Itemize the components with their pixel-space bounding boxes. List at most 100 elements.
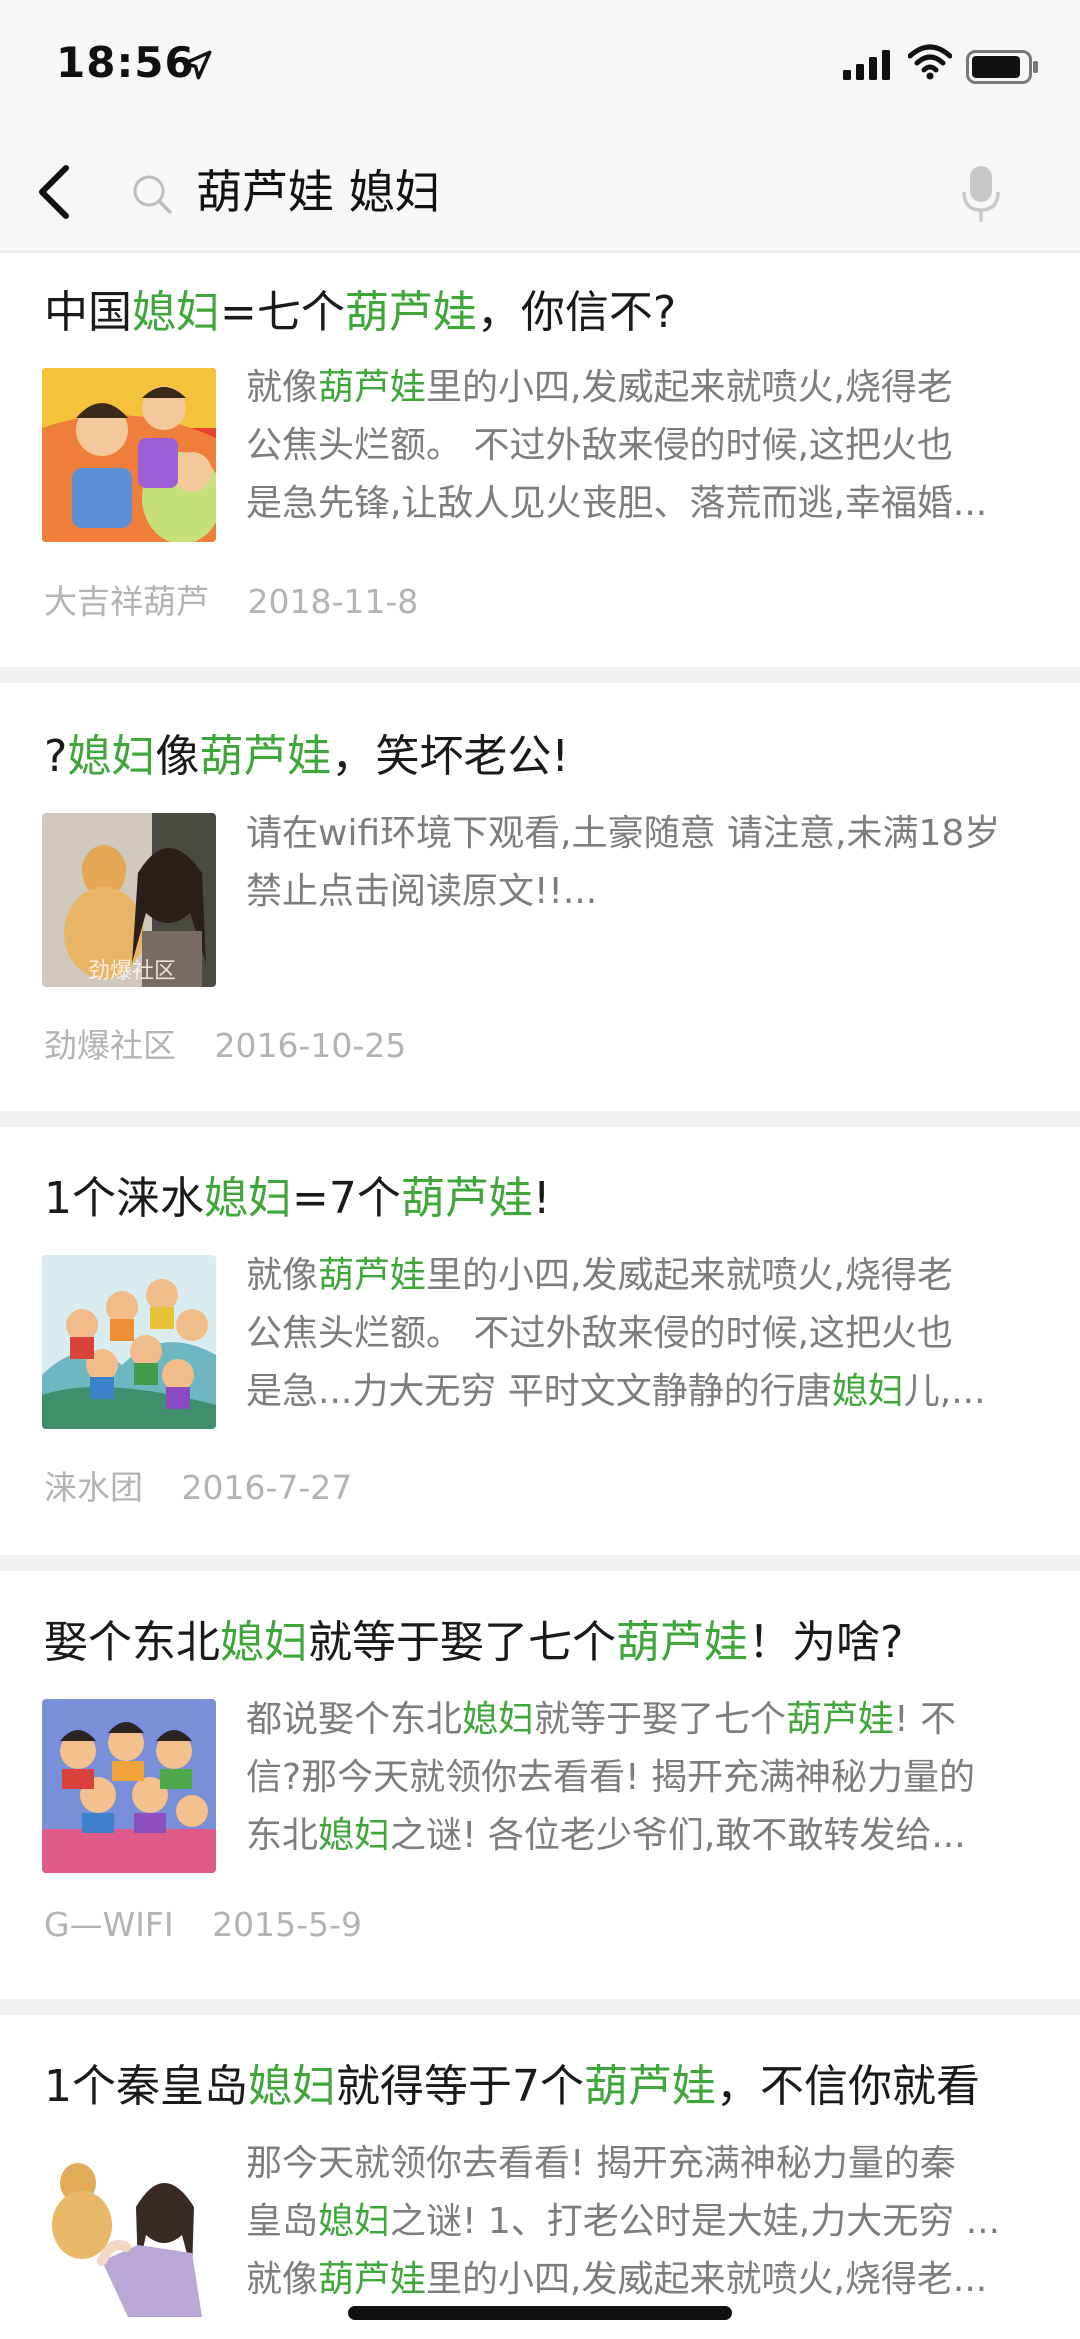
microphone-icon[interactable]: [956, 162, 1006, 226]
result-source: 大吉祥葫芦: [44, 582, 209, 621]
result-source: 劲爆社区: [44, 1026, 176, 1065]
result-thumbnail[interactable]: 劲爆社区: [42, 813, 216, 987]
snippet-line: 是急...力大无穷 平时文文静静的行唐媳妇儿,...: [246, 1363, 1046, 1421]
text-segment: 里的小四,发威起来就喷火,烧得老: [426, 1255, 953, 1296]
snippet-line: 都说娶个东北媳妇就等于娶了七个葫芦娃! 不: [246, 1691, 1046, 1749]
text-segment: 就像: [246, 2259, 319, 2300]
text-segment: 是急先锋,让敌人见火丧胆、落荒而逃,幸福婚...: [246, 483, 988, 524]
text-segment: 1个涞水: [44, 1173, 204, 1224]
result-thumbnail[interactable]: [42, 1255, 216, 1429]
text-segment: ，笑坏老公!: [331, 731, 569, 782]
text-segment: 之谜! 1、打老公时是大娃,力大无穷 ...: [390, 2201, 1001, 2242]
text-segment: ！为啥?: [748, 1617, 904, 1668]
result-title[interactable]: 娶个东北媳妇就等于娶了七个葫芦娃！为啥?: [44, 1613, 1044, 1673]
keyword-highlight: 媳妇: [132, 287, 220, 338]
result-thumbnail[interactable]: [42, 1699, 216, 1873]
result-snippet: 就像葫芦娃里的小四,发威起来就喷火,烧得老公焦头烂额。 不过外敌来侵的时候,这把…: [246, 1247, 1046, 1421]
result-meta: 大吉祥葫芦 2018-11-8: [44, 575, 418, 623]
text-segment: 儿,...: [903, 1371, 986, 1412]
snippet-line: 公焦头烂额。 不过外敌来侵的时候,这把火也: [246, 417, 1046, 475]
result-source: 涞水团: [44, 1468, 143, 1507]
text-segment: 都说娶个东北: [246, 1699, 463, 1740]
result-card[interactable]: ?媳妇像葫芦娃，笑坏老公! 劲爆社区 请在wifi环境下观看,土豪随意 请注意,…: [0, 683, 1080, 1111]
keyword-highlight: 葫芦娃: [400, 1173, 533, 1224]
text-segment: ?: [44, 731, 68, 782]
snippet-line: 是急先锋,让敌人见火丧胆、落荒而逃,幸福婚...: [246, 475, 1046, 533]
keyword-highlight: 媳妇: [248, 2061, 336, 2112]
result-card[interactable]: 娶个东北媳妇就等于娶了七个葫芦娃！为啥? 都说娶个东北媳妇就等于娶了七个葫芦娃!…: [0, 1571, 1080, 1999]
text-segment: =七个: [220, 287, 345, 338]
snippet-line: 皇岛媳妇之谜! 1、打老公时是大娃,力大无穷 ...: [246, 2193, 1046, 2251]
text-segment: 就像: [246, 1255, 319, 1296]
text-segment: 中国: [44, 287, 132, 338]
text-segment: 就等于娶了七个: [534, 1699, 787, 1740]
thumbnail-watermark: 劲爆社区: [88, 959, 177, 984]
result-thumbnail[interactable]: [42, 2143, 216, 2317]
text-segment: 皇岛: [246, 2201, 319, 2242]
snippet-line: 就像葫芦娃里的小四,发威起来就喷火,烧得老...: [246, 2251, 1046, 2309]
text-segment: 之谜! 各位老少爷们,敢不敢转发给...: [390, 1815, 966, 1856]
keyword-highlight: 媳妇: [220, 1617, 308, 1668]
text-segment: 信?那今天就领你去看看! 揭开充满神秘力量的: [246, 1757, 975, 1798]
text-segment: 里的小四,发威起来就喷火,烧得老: [426, 367, 953, 408]
result-card[interactable]: 中国媳妇=七个葫芦娃，你信不? 就像葫芦娃里的小四,发威起来就喷火,烧得老 公焦头…: [0, 253, 1080, 667]
text-segment: 1个秦皇岛: [44, 2061, 248, 2112]
battery-icon: [966, 50, 1038, 84]
result-snippet: 都说娶个东北媳妇就等于娶了七个葫芦娃! 不信?那今天就领你去看看! 揭开充满神秘…: [246, 1691, 1046, 1865]
keyword-highlight: 媳妇: [204, 1173, 292, 1224]
text-segment: 公焦头烂额。 不过外敌来侵的时候,这把火也: [246, 1313, 953, 1354]
result-title[interactable]: ?媳妇像葫芦娃，笑坏老公!: [44, 727, 1044, 787]
keyword-highlight: 葫芦娃: [318, 1255, 427, 1296]
snippet-line: 禁止点击阅读原文!!...: [246, 863, 1046, 921]
keyword-highlight: 葫芦娃: [786, 1699, 895, 1740]
result-card[interactable]: 1个秦皇岛媳妇就得等于7个葫芦娃，不信你就看 那今天就领你去看看! 揭开充满神秘…: [0, 2015, 1080, 2339]
text-segment: =7个: [292, 1173, 401, 1224]
keyword-highlight: 葫芦娃: [318, 367, 427, 408]
result-card[interactable]: 1个涞水媳妇=7个葫芦娃! 就像葫芦娃里的小四,发威起来就喷火,烧得老 公焦头烂…: [0, 1127, 1080, 1555]
text-segment: 里的小四,发威起来就喷火,烧得老...: [426, 2259, 988, 2300]
text-segment: 公焦头烂额。 不过外敌来侵的时候,这把火也: [246, 425, 953, 466]
keyword-highlight: 媳妇: [67, 731, 156, 782]
text-segment: 就等于娶了七个: [308, 1617, 616, 1668]
text-segment: ，不信你就看: [716, 2061, 980, 2112]
result-title[interactable]: 中国媳妇=七个葫芦娃，你信不?: [44, 283, 1044, 343]
result-date: 2018-11-8: [247, 582, 419, 621]
search-input[interactable]: 葫芦娃 媳妇: [196, 160, 441, 224]
status-time: 18:56: [56, 38, 195, 87]
result-date: 2015-5-9: [212, 1905, 362, 1944]
keyword-highlight: 媳妇: [318, 2201, 391, 2242]
text-segment: 就像: [246, 367, 319, 408]
text-segment: 像: [155, 731, 200, 782]
search-icon: [133, 175, 172, 214]
back-arrow-icon[interactable]: [20, 154, 90, 230]
keyword-highlight: 葫芦娃: [318, 2259, 427, 2300]
result-snippet: 请在wifi环境下观看,土豪随意 请注意,未满18岁 禁止点击阅读原文!!...: [246, 805, 1046, 921]
snippet-line: 信?那今天就领你去看看! 揭开充满神秘力量的: [246, 1749, 1046, 1807]
text-segment: 那今天就领你去看看! 揭开充满神秘力量的秦: [246, 2143, 956, 2184]
text-segment: ，你信不?: [476, 287, 677, 338]
keyword-highlight: 葫芦娃: [616, 1617, 748, 1668]
location-arrow-icon: [182, 50, 212, 80]
status-bar: 18:56: [0, 0, 1080, 132]
result-title[interactable]: 1个涞水媳妇=7个葫芦娃!: [44, 1169, 1044, 1229]
text-segment: ! 不: [894, 1699, 956, 1740]
keyword-highlight: 媳妇: [318, 1815, 391, 1856]
keyword-highlight: 葫芦娃: [584, 2061, 716, 2112]
text-segment: 请在wifi环境下观看,土豪随意 请注意,未满18岁: [246, 813, 1001, 854]
snippet-line: 就像葫芦娃里的小四,发威起来就喷火,烧得老: [246, 1247, 1046, 1305]
result-meta: G—WIFI 2015-5-9: [44, 1905, 362, 1944]
result-source: G—WIFI: [44, 1905, 174, 1944]
result-title[interactable]: 1个秦皇岛媳妇就得等于7个葫芦娃，不信你就看: [44, 2057, 1044, 2117]
result-date: 2016-10-25: [214, 1026, 407, 1065]
wifi-icon: [908, 44, 952, 80]
result-thumbnail[interactable]: [42, 368, 216, 542]
snippet-line: 就像葫芦娃里的小四,发威起来就喷火,烧得老: [246, 359, 1046, 417]
keyword-highlight: 媳妇: [831, 1371, 904, 1412]
snippet-line: 请在wifi环境下观看,土豪随意 请注意,未满18岁: [246, 805, 1046, 863]
snippet-line: 那今天就领你去看看! 揭开充满神秘力量的秦: [246, 2135, 1046, 2193]
text-segment: 禁止点击阅读原文!!...: [246, 871, 598, 912]
home-indicator[interactable]: [348, 2306, 732, 2320]
text-segment: 东北: [246, 1815, 319, 1856]
snippet-line: 东北媳妇之谜! 各位老少爷们,敢不敢转发给...: [246, 1807, 1046, 1865]
keyword-highlight: 葫芦娃: [199, 731, 332, 782]
